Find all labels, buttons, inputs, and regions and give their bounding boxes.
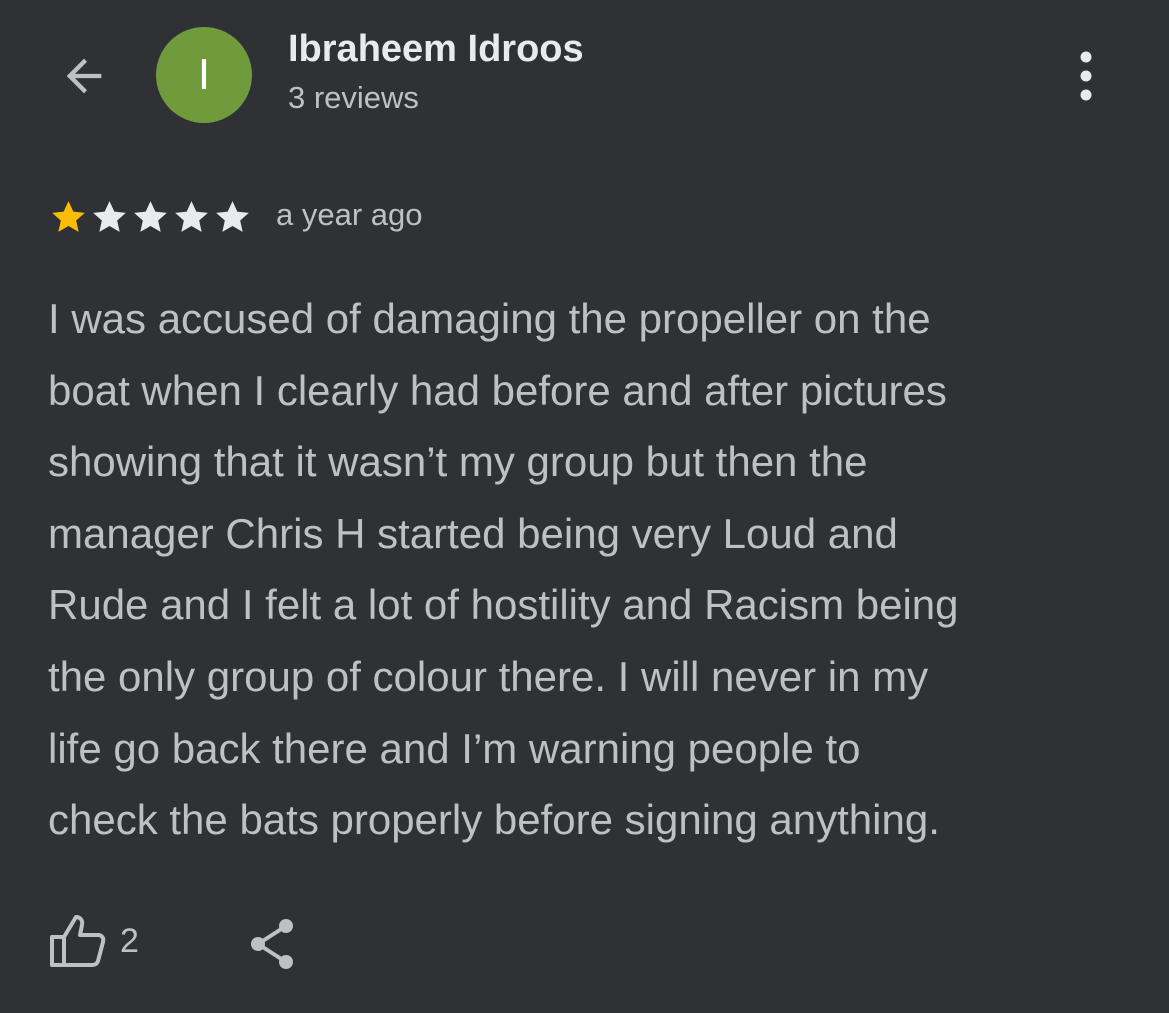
star-rating: [48, 197, 253, 237]
review-text: I was accused of damaging the propeller …: [48, 283, 1128, 856]
arrow-left-icon: [66, 58, 102, 94]
reviewer-review-count: 3 reviews: [288, 80, 419, 115]
star-filled-icon: [52, 201, 85, 232]
back-button[interactable]: [52, 44, 116, 108]
star-empty-icon: [216, 201, 249, 232]
review-time: a year ago: [276, 197, 423, 232]
review-text-line: I was accused of damaging the propeller …: [48, 295, 931, 342]
review-text-line: the only group of colour there. I will n…: [48, 652, 929, 700]
review-text-line: Rude and I felt a lot of hostility and R…: [48, 581, 959, 629]
more-vert-icon: [1080, 51, 1092, 101]
review-text-line: showing that it wasn’t my group but then…: [48, 438, 868, 486]
share-icon: [251, 919, 293, 969]
star-empty-icon: [134, 201, 167, 232]
like-button[interactable]: 2: [46, 913, 139, 969]
like-count: 2: [120, 921, 139, 960]
review-text-line: boat when I clearly had before and after…: [48, 366, 947, 414]
review-text-line: manager Chris H started being very Loud …: [48, 509, 898, 557]
review-text-line: check the bats properly before signing a…: [48, 796, 940, 844]
avatar-initial: I: [197, 50, 211, 99]
share-button[interactable]: [240, 912, 304, 976]
more-options-button[interactable]: [1060, 44, 1112, 108]
thumb-up-icon: [50, 915, 106, 967]
star-empty-icon: [93, 201, 126, 232]
review-text-line: life go back there and I’m warning peopl…: [48, 724, 861, 772]
reviewer-name[interactable]: Ibraheem Idroos: [288, 28, 584, 71]
avatar[interactable]: I: [156, 27, 252, 123]
star-empty-icon: [175, 201, 208, 232]
